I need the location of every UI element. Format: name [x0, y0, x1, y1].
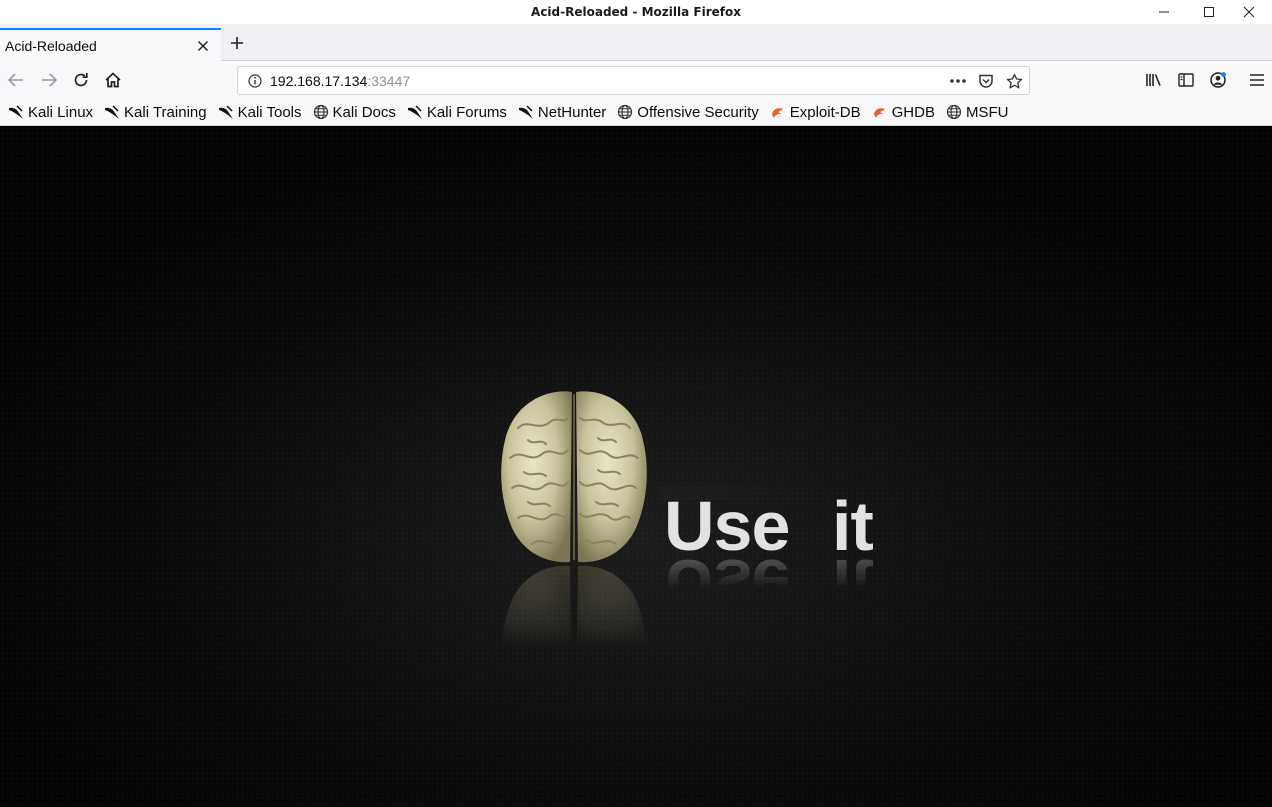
tab-acid-reloaded[interactable]: Acid-Reloaded: [0, 28, 221, 61]
bookmark-label: MSFU: [965, 103, 1009, 121]
url-host: 192.168.17.134: [270, 73, 368, 89]
navigation-toolbar: 192.168.17.134:33447: [0, 61, 1272, 99]
home-button[interactable]: [100, 67, 126, 93]
bookmark-kali-tools[interactable]: Kali Tools: [216, 101, 304, 123]
bookmark-label: Exploit-DB: [789, 103, 861, 121]
bookmark-ghdb[interactable]: GHDB: [870, 101, 937, 123]
bookmark-star-icon[interactable]: [1004, 71, 1024, 91]
bookmark-label: Offensive Security: [637, 103, 759, 121]
bookmark-kali-forums[interactable]: Kali Forums: [405, 101, 509, 123]
library-icon: [1146, 74, 1161, 86]
page-content: Use it Use it: [0, 126, 1272, 807]
page-actions-icon[interactable]: [948, 71, 968, 91]
bookmark-label: Kali Tools: [237, 103, 302, 121]
bookmark-label: Kali Docs: [332, 103, 396, 121]
exploit-db-icon: [770, 104, 786, 120]
exploit-db-icon: [872, 104, 888, 120]
hamburger-menu-icon: [1250, 74, 1264, 86]
hero-word-it-reflection: it: [832, 545, 873, 623]
reload-icon: [74, 73, 88, 87]
kali-dragon-icon: [407, 104, 423, 120]
bookmark-label: NetHunter: [537, 103, 607, 121]
globe-icon: [617, 104, 633, 120]
tab-close-button[interactable]: [193, 36, 213, 56]
reload-button[interactable]: [68, 67, 94, 93]
kali-dragon-icon: [218, 104, 234, 120]
home-icon: [105, 72, 121, 88]
menu-button[interactable]: [1244, 67, 1270, 93]
back-arrow-icon: [7, 73, 23, 87]
window-title: Acid-Reloaded - Mozilla Firefox: [531, 5, 741, 19]
close-window-button[interactable]: [1226, 0, 1272, 24]
kali-dragon-icon: [518, 104, 534, 120]
close-icon: [197, 40, 209, 51]
sidebar-icon: [1178, 73, 1194, 87]
kali-dragon-icon: [8, 104, 24, 120]
kali-dragon-icon: [104, 104, 120, 120]
maximize-icon: [1204, 7, 1214, 17]
minimize-button[interactable]: [1141, 0, 1187, 24]
address-bar[interactable]: 192.168.17.134:33447: [237, 66, 1030, 95]
bookmark-msfu[interactable]: MSFU: [944, 101, 1011, 123]
bookmark-kali-training[interactable]: Kali Training: [102, 101, 209, 123]
account-button[interactable]: [1205, 67, 1231, 93]
pocket-icon[interactable]: [976, 71, 996, 91]
close-icon: [1243, 6, 1255, 18]
bookmark-label: Kali Forums: [426, 103, 507, 121]
bookmark-kali-docs[interactable]: Kali Docs: [311, 101, 398, 123]
tab-title: Acid-Reloaded: [5, 37, 97, 54]
new-tab-button[interactable]: [226, 32, 248, 54]
bookmark-label: GHDB: [891, 103, 935, 121]
forward-button[interactable]: [36, 67, 62, 93]
globe-icon: [313, 104, 329, 120]
forward-arrow-icon: [42, 73, 58, 87]
minimize-icon: [1159, 11, 1169, 13]
bookmark-nethunter[interactable]: NetHunter: [516, 101, 608, 123]
back-button[interactable]: [3, 67, 29, 93]
library-button[interactable]: [1141, 67, 1167, 93]
plus-icon: [231, 37, 243, 49]
bookmarks-toolbar: Kali Linux Kali Training Kali Tools Kali…: [0, 99, 1272, 126]
globe-icon: [946, 104, 962, 120]
bookmark-kali-linux[interactable]: Kali Linux: [6, 101, 95, 123]
url-text[interactable]: 192.168.17.134:33447: [270, 73, 410, 89]
bookmark-offensive-security[interactable]: Offensive Security: [615, 101, 760, 123]
hero-text: Use it Use it: [660, 486, 890, 623]
bookmark-exploit-db[interactable]: Exploit-DB: [768, 101, 863, 123]
tab-strip: Acid-Reloaded: [0, 24, 1272, 61]
window-titlebar: Acid-Reloaded - Mozilla Firefox: [0, 0, 1272, 24]
url-port: :33447: [367, 73, 411, 89]
site-info-icon[interactable]: [245, 71, 265, 91]
account-icon: [1210, 72, 1226, 88]
sidebar-button[interactable]: [1173, 67, 1199, 93]
hero-word-use-reflection: Use: [664, 545, 790, 623]
bookmark-label: Kali Training: [124, 103, 207, 121]
bookmark-label: Kali Linux: [28, 103, 94, 121]
brain-image: [498, 388, 650, 737]
